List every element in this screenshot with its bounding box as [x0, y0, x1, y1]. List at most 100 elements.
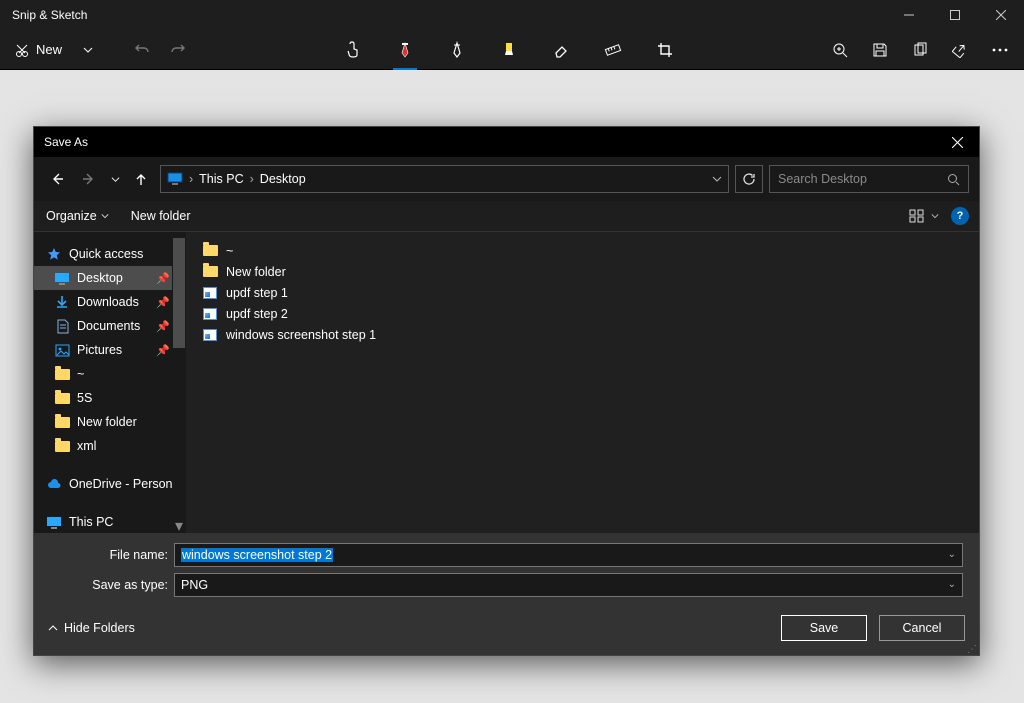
filename-value: windows screenshot step 2	[181, 548, 333, 562]
new-snip-button[interactable]: New	[8, 34, 68, 66]
crop-icon[interactable]	[647, 32, 683, 68]
pin-icon: 📌	[156, 320, 170, 333]
filename-input[interactable]: windows screenshot step 2 ⌄	[174, 543, 963, 567]
search-icon	[947, 173, 960, 186]
sidebar-item-quick-access[interactable]: Quick access	[34, 242, 186, 266]
ruler-icon[interactable]	[595, 32, 631, 68]
file-item[interactable]: ~	[198, 240, 967, 261]
chevron-right-icon: ›	[250, 172, 254, 186]
command-bar: Organize New folder ?	[34, 201, 979, 232]
highlighter-icon[interactable]	[491, 32, 527, 68]
sidebar-item-xml[interactable]: xml	[34, 434, 186, 458]
pin-icon: 📌	[156, 296, 170, 309]
image-icon	[202, 327, 218, 343]
sidebar-item-downloads[interactable]: Downloads 📌	[34, 290, 186, 314]
star-icon	[46, 246, 62, 262]
back-button[interactable]	[44, 166, 70, 192]
folder-icon	[54, 438, 70, 454]
sidebar-item-label: New folder	[77, 415, 137, 429]
sidebar-item--[interactable]: ~	[34, 362, 186, 386]
download-icon	[54, 294, 70, 310]
sidebar-item-5s[interactable]: 5S	[34, 386, 186, 410]
chevron-down-icon	[931, 212, 939, 220]
sidebar-item-new-folder[interactable]: New folder	[34, 410, 186, 434]
cancel-button[interactable]: Cancel	[879, 615, 965, 641]
up-button[interactable]	[128, 166, 154, 192]
copy-icon[interactable]	[904, 34, 936, 66]
sidebar-item-onedrive-person[interactable]: OneDrive - Person	[34, 472, 186, 496]
sidebar-item-pictures[interactable]: Pictures📌	[34, 338, 186, 362]
share-icon[interactable]	[944, 34, 976, 66]
chevron-down-icon	[101, 212, 109, 220]
ballpoint-pen-icon[interactable]	[387, 32, 423, 68]
breadcrumb-this-pc[interactable]: This PC	[199, 172, 243, 186]
savetype-value: PNG	[181, 578, 208, 592]
new-dropdown[interactable]	[72, 34, 104, 66]
dialog-close-button[interactable]	[935, 127, 979, 157]
sidebar-item-this-pc[interactable]: This PC	[34, 510, 186, 533]
file-label: updf step 2	[226, 307, 288, 321]
breadcrumb-desktop[interactable]: Desktop	[260, 172, 306, 186]
pic-icon	[54, 342, 70, 358]
save-button[interactable]: Save	[781, 615, 867, 641]
refresh-button[interactable]	[735, 165, 763, 193]
image-icon	[202, 285, 218, 301]
sidebar-item-label: 5S	[77, 391, 92, 405]
chevron-up-icon	[48, 623, 58, 633]
file-item[interactable]: updf step 1	[198, 282, 967, 303]
file-label: New folder	[226, 265, 286, 279]
pc-icon	[46, 514, 62, 530]
scrollbar-down-icon[interactable]: ▾	[173, 519, 185, 533]
new-folder-button[interactable]: New folder	[129, 205, 193, 227]
help-icon[interactable]: ?	[951, 207, 969, 225]
organize-button[interactable]: Organize	[44, 205, 111, 227]
touch-write-icon[interactable]	[335, 32, 371, 68]
new-label: New	[36, 42, 62, 57]
sidebar-item-desktop[interactable]: Desktop📌	[34, 266, 186, 290]
sidebar-item-label: This PC	[69, 515, 113, 529]
sidebar-item-label: Quick access	[69, 247, 143, 261]
search-input[interactable]: Search Desktop	[769, 165, 969, 193]
view-options-button[interactable]	[909, 209, 939, 223]
image-icon	[202, 306, 218, 322]
zoom-icon[interactable]	[824, 34, 856, 66]
save-as-dialog: Save As › This PC › Desktop Search Deskt…	[33, 126, 980, 656]
folder-icon	[202, 264, 218, 280]
forward-button[interactable]	[76, 166, 102, 192]
sidebar-item-documents[interactable]: Documents📌	[34, 314, 186, 338]
pencil-icon[interactable]	[439, 32, 475, 68]
file-list[interactable]: ~ New folder updf step 1 updf step 2 windows…	[186, 232, 979, 533]
file-item[interactable]: windows screenshot step 1	[198, 324, 967, 345]
address-bar[interactable]: › This PC › Desktop	[160, 165, 729, 193]
dialog-footer: Hide Folders Save Cancel	[34, 607, 979, 655]
dialog-title: Save As	[44, 135, 88, 149]
recent-dropdown[interactable]	[108, 166, 122, 192]
sidebar-item-label: Downloads	[77, 295, 139, 309]
folder-icon	[54, 414, 70, 430]
redo-button[interactable]	[162, 34, 194, 66]
pin-icon: 📌	[156, 272, 170, 285]
hide-folders-button[interactable]: Hide Folders	[48, 621, 135, 635]
folder-icon	[54, 366, 70, 382]
savetype-select[interactable]: PNG ⌄	[174, 573, 963, 597]
dialog-titlebar: Save As	[34, 127, 979, 157]
pin-icon: 📌	[156, 344, 170, 357]
navigation-pane: Quick accessDesktop📌Downloads📌Documents📌…	[34, 232, 186, 533]
resize-grip[interactable]: ⋰	[967, 647, 977, 653]
file-item[interactable]: updf step 2	[198, 303, 967, 324]
undo-button[interactable]	[126, 34, 158, 66]
minimize-button[interactable]	[886, 0, 932, 30]
scrollbar-thumb[interactable]	[173, 238, 185, 348]
chevron-down-icon[interactable]: ⌄	[948, 549, 956, 560]
save-icon[interactable]	[864, 34, 896, 66]
file-item[interactable]: New folder	[198, 261, 967, 282]
chevron-down-icon[interactable]: ⌄	[948, 579, 956, 590]
addr-dropdown-icon[interactable]	[712, 174, 722, 184]
more-icon[interactable]	[984, 34, 1016, 66]
sidebar-scrollbar[interactable]: ▾	[172, 232, 186, 533]
eraser-icon[interactable]	[543, 32, 579, 68]
close-button[interactable]	[978, 0, 1024, 30]
desktop-icon	[54, 270, 70, 286]
maximize-button[interactable]	[932, 0, 978, 30]
save-fields: File name: windows screenshot step 2 ⌄ S…	[34, 533, 979, 607]
